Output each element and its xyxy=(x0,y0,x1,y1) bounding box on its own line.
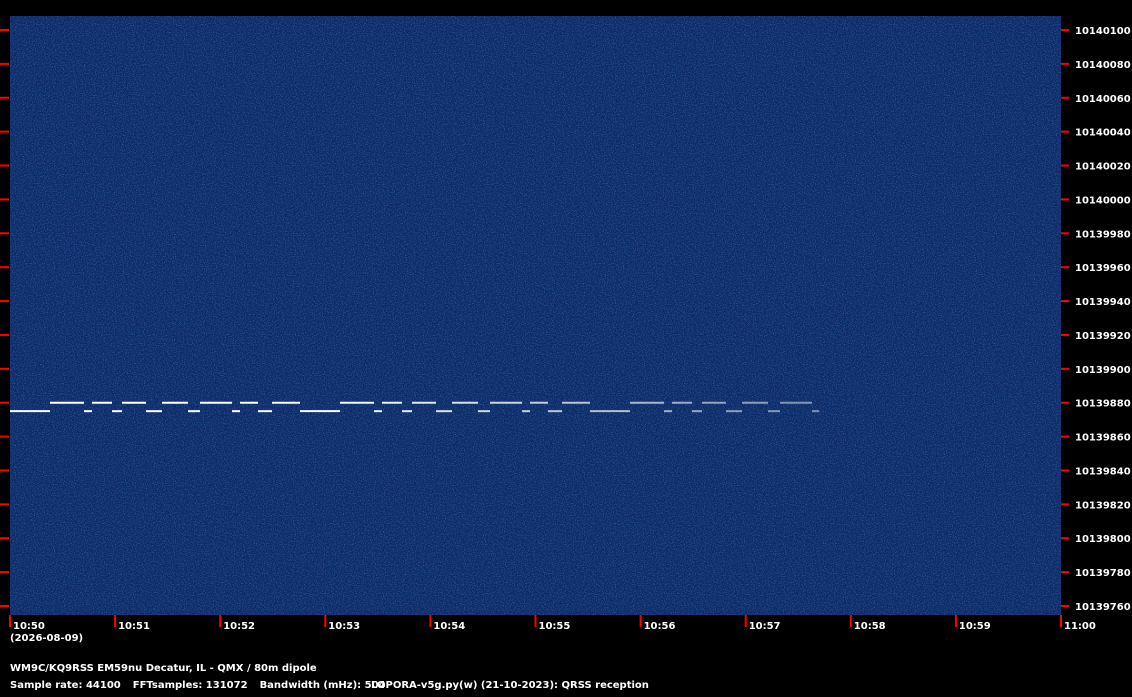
waterfall-noise xyxy=(10,16,1061,615)
y-tick-label: 10140000 xyxy=(1075,195,1131,206)
fft-samples: FFTsamples: 131072 xyxy=(132,680,248,691)
x-tick-label: 11:00 xyxy=(1064,621,1096,632)
y-tick-label: 10139760 xyxy=(1075,602,1131,613)
station-info: WM9C/KQ9RSS EM59nu Decatur, IL - QMX / 8… xyxy=(10,663,317,674)
x-tick-label: 10:56 xyxy=(644,621,676,632)
y-tick-label: 10140020 xyxy=(1075,162,1131,173)
y-tick-label: 10139820 xyxy=(1075,500,1131,511)
y-tick-label: 10139900 xyxy=(1075,365,1131,376)
y-tick-label: 10139880 xyxy=(1075,399,1131,410)
date-label: (2026-08-09) xyxy=(10,633,83,644)
x-tick-label: 10:57 xyxy=(749,621,781,632)
y-tick-label: 10139800 xyxy=(1075,534,1131,545)
x-axis: 10:50 10:51 10:52 10:53 10:54 10:55 10:56 10:57… xyxy=(9,615,1096,632)
y-tick-label: 10140080 xyxy=(1075,60,1131,71)
y-tick-label: 10139960 xyxy=(1075,263,1131,274)
spectrogram-chart: 10140100 10140080 10140060 10140040 10140020… xyxy=(0,16,1131,644)
x-tick-label: 10:55 xyxy=(539,621,571,632)
x-tick-label: 10:51 xyxy=(118,621,150,632)
x-tick-label: 10:54 xyxy=(433,621,465,632)
y-tick-label: 10139860 xyxy=(1075,433,1131,444)
y-tick-label: 10140040 xyxy=(1075,128,1131,139)
x-tick-label: 10:58 xyxy=(854,621,886,632)
sample-rate: Sample rate: 44100 xyxy=(10,680,121,691)
y-tick-label: 10139840 xyxy=(1075,466,1131,477)
y-tick-label: 10139980 xyxy=(1075,229,1131,240)
y-tick-label: 10140060 xyxy=(1075,94,1131,105)
software-info: LOPORA-v5g.py(w) (21-10-2023): QRSS rece… xyxy=(371,680,649,691)
y-tick-label: 10139920 xyxy=(1075,331,1131,342)
x-tick-label: 10:53 xyxy=(328,621,360,632)
bandwidth: Bandwidth (mHz): 504 xyxy=(259,680,386,691)
waterfall-plot xyxy=(10,16,1061,615)
x-tick-label: 10:50 xyxy=(13,621,45,632)
x-tick-label: 10:52 xyxy=(223,621,255,632)
y-tick-label: 10140100 xyxy=(1075,26,1131,37)
x-tick-label: 10:59 xyxy=(959,621,991,632)
y-tick-label: 10139940 xyxy=(1075,297,1131,308)
reception-params: Sample rate: 44100 FFTsamples: 131072 Band… xyxy=(10,680,398,691)
y-tick-label: 10139780 xyxy=(1075,568,1131,579)
